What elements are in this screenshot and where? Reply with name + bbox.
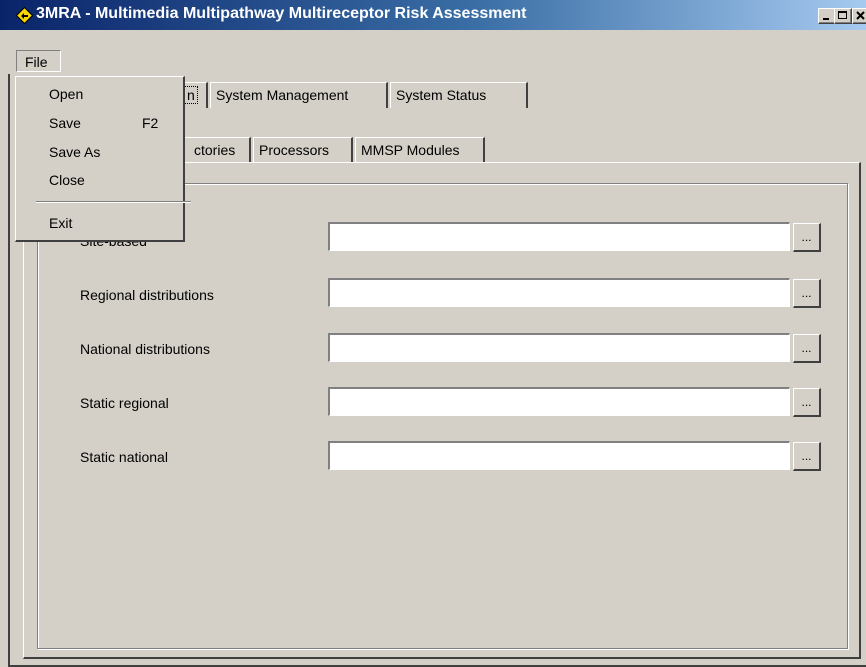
tab-label: Processors: [259, 142, 330, 158]
national-distributions-label: National distributions: [80, 341, 210, 357]
tab-label: MMSP Modules: [361, 142, 460, 158]
file-menu-dropdown: Open Save F2 Save As Close Exit: [15, 76, 191, 242]
static-regional-label: Static regional: [80, 395, 169, 411]
main-window: 3MRA - Multimedia Multipathway Multirece…: [0, 0, 866, 667]
menu-item-close[interactable]: Close: [49, 172, 85, 188]
static-national-label: Static national: [80, 449, 168, 465]
tab-system-management[interactable]: System Management: [210, 82, 388, 108]
regional-distributions-path-input[interactable]: [328, 278, 790, 307]
national-distributions-path-input[interactable]: [328, 333, 790, 362]
regional-distributions-label: Regional distributions: [80, 287, 214, 303]
static-regional-browse-button[interactable]: ...: [793, 388, 821, 417]
top-tab-row: n System Management System Status: [178, 82, 538, 108]
minimize-icon: [823, 18, 829, 20]
menu-item-save[interactable]: Save: [49, 115, 81, 131]
title-bar[interactable]: 3MRA - Multimedia Multipathway Multirece…: [0, 0, 866, 30]
save-shortcut: F2: [142, 115, 159, 131]
menu-file[interactable]: File: [16, 50, 61, 72]
group-box: [37, 183, 848, 649]
regional-distributions-browse-button[interactable]: ...: [793, 279, 821, 308]
tab-label: System Status: [396, 87, 487, 103]
static-national-path-input[interactable]: [328, 441, 790, 470]
static-national-browse-button[interactable]: ...: [793, 442, 821, 471]
menu-item-exit[interactable]: Exit: [49, 215, 72, 231]
tab-label: n: [184, 86, 198, 104]
static-regional-path-input[interactable]: [328, 387, 790, 416]
close-icon: [856, 11, 865, 20]
site-based-browse-button[interactable]: ...: [793, 223, 821, 252]
tab-label: ctories: [194, 142, 236, 158]
national-distributions-browse-button[interactable]: ...: [793, 334, 821, 363]
maximize-icon: [838, 11, 847, 19]
tab-mmsp-modules[interactable]: MMSP Modules: [355, 137, 485, 163]
maximize-button[interactable]: [834, 8, 852, 24]
tab-system-status[interactable]: System Status: [390, 82, 528, 108]
menu-item-open[interactable]: Open: [49, 86, 83, 102]
site-based-path-input[interactable]: [328, 222, 790, 251]
tab-directories[interactable]: ctories: [183, 137, 251, 163]
diamond-warning-icon: [16, 7, 33, 24]
menu-item-save-as[interactable]: Save As: [49, 144, 100, 160]
tab-label: System Management: [216, 87, 349, 103]
window-border-left: [8, 74, 10, 667]
tab-processors[interactable]: Processors: [253, 137, 353, 163]
menu-separator: [36, 201, 191, 203]
sub-tab-row: ctories Processors MMSP Modules: [183, 137, 513, 163]
window-title: 3MRA - Multimedia Multipathway Multirece…: [36, 5, 527, 22]
close-button[interactable]: [852, 8, 866, 24]
